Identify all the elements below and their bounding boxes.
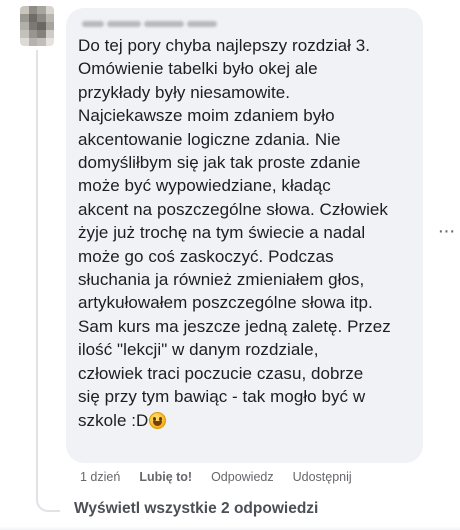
like-button[interactable]: Lubię to! — [139, 470, 192, 486]
reply-thread-connector — [36, 50, 60, 512]
comment-timestamp[interactable]: 1 dzień — [80, 470, 120, 486]
comment-text: Do tej pory chyba najlepszy rozdział 3. … — [78, 34, 411, 432]
more-options-icon[interactable]: ··· — [436, 221, 456, 242]
view-all-replies-link[interactable]: Wyświetl wszystkie 2 odpowiedzi — [74, 500, 318, 518]
comment-bubble: Do tej pory chyba najlepszy rozdział 3. … — [66, 8, 423, 463]
reply-button[interactable]: Odpowiedz — [211, 470, 274, 486]
share-button[interactable]: Udostępnij — [293, 470, 352, 486]
grinning-sweat-emoji-icon — [149, 411, 167, 429]
comment-body: Do tej pory chyba najlepszy rozdział 3. … — [78, 36, 391, 430]
comment-actions: 1 dzień Lubię to! Odpowiedz Udostępnij — [80, 470, 352, 486]
avatar[interactable] — [20, 6, 54, 46]
bottom-edge — [0, 526, 460, 530]
author-name-blurred[interactable] — [82, 16, 411, 32]
